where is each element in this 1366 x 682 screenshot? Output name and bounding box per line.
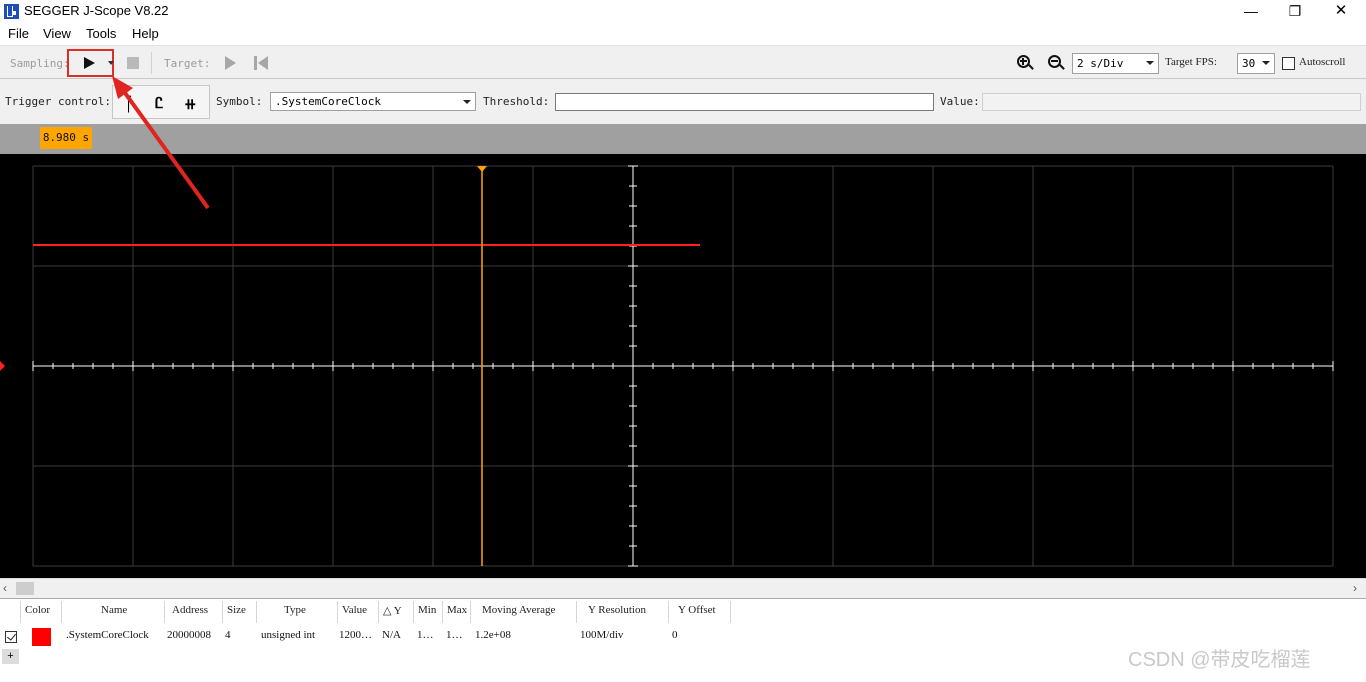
channel-y-resolution[interactable]: 100M/div: [580, 629, 623, 641]
scope-time-ruler: 8.980 s: [0, 124, 1366, 154]
column-divider: [164, 601, 165, 623]
scope-plot[interactable]: [0, 154, 1366, 578]
header-y-offset[interactable]: Y Offset: [678, 604, 716, 616]
channel-table: Color Name Address Size Type Value △ Y M…: [0, 598, 1366, 682]
time-per-division-value: 2 s/Div: [1077, 57, 1124, 70]
autoscroll-checkbox[interactable]: [1282, 57, 1295, 70]
scrollbar-thumb[interactable]: [16, 582, 34, 595]
column-divider: [378, 601, 379, 623]
target-fps-select[interactable]: 30: [1237, 53, 1275, 74]
zoom-out-icon[interactable]: [1048, 55, 1065, 72]
threshold-label: Threshold:: [483, 95, 550, 108]
channel-color-swatch[interactable]: [32, 628, 51, 646]
segger-app-icon: [4, 4, 19, 19]
channel-delta-y: N/A: [382, 629, 401, 641]
scope-canvas[interactable]: [0, 154, 1366, 578]
value-label: Value:: [940, 95, 980, 108]
target-run-button[interactable]: [225, 56, 236, 70]
stop-sampling-button[interactable]: [127, 57, 139, 69]
header-delta-y[interactable]: △ Y: [383, 604, 402, 617]
autoscroll-label: Autoscroll: [1299, 56, 1346, 68]
channel-enabled-checkbox[interactable]: [5, 631, 17, 643]
value-field: [982, 93, 1361, 111]
play-icon: [84, 57, 95, 69]
menu-view[interactable]: View: [43, 26, 71, 41]
column-divider: [668, 601, 669, 623]
scroll-left-icon[interactable]: ‹: [3, 581, 7, 595]
header-value[interactable]: Value: [342, 604, 367, 616]
header-size[interactable]: Size: [227, 604, 246, 616]
toolbar-divider: [151, 52, 152, 74]
trigger-symbol-value: .SystemCoreClock: [275, 95, 381, 108]
chevron-down-icon: [1262, 61, 1270, 65]
horizontal-scrollbar[interactable]: ‹ ›: [0, 578, 1366, 598]
column-divider: [61, 601, 62, 623]
channel-value: 1200…: [339, 629, 372, 641]
trigger-falling-edge-icon[interactable]: Ꮭ: [155, 95, 163, 112]
watermark-text: CSDN @带皮吃榴莲: [1128, 649, 1311, 671]
channel-size: 4: [225, 629, 231, 641]
header-min[interactable]: Min: [418, 604, 436, 616]
sampling-label: Sampling:: [10, 57, 70, 70]
channel-y-offset[interactable]: 0: [672, 629, 678, 641]
maximize-button[interactable]: ❐: [1272, 0, 1318, 23]
trigger-symbol-select[interactable]: .SystemCoreClock: [270, 92, 476, 111]
sampling-toolbar: Sampling: Target: 2 s/Div Target FPS: 30…: [0, 45, 1366, 79]
column-divider: [20, 601, 21, 623]
zoom-in-icon[interactable]: [1017, 55, 1034, 72]
trigger-any-edge-icon[interactable]: ⧺: [184, 95, 197, 113]
header-color[interactable]: Color: [25, 604, 50, 616]
trigger-control-label: Trigger control:: [5, 95, 111, 108]
target-label: Target:: [164, 57, 211, 70]
symbol-label: Symbol:: [216, 95, 263, 108]
menu-tools[interactable]: Tools: [86, 26, 116, 41]
trigger-mode-group: ⌠ Ꮭ ⧺: [112, 85, 210, 119]
start-sampling-button[interactable]: [67, 49, 114, 77]
header-type[interactable]: Type: [284, 604, 306, 616]
channel-moving-average: 1.2e+08: [475, 629, 511, 641]
dropdown-arrow-icon[interactable]: [108, 61, 114, 65]
column-divider: [730, 601, 731, 623]
channel-name[interactable]: .SystemCoreClock: [66, 629, 149, 641]
window-title: SEGGER J-Scope V8.22: [24, 3, 169, 18]
column-divider: [442, 601, 443, 623]
close-button[interactable]: ✕: [1318, 0, 1364, 23]
channel-min: 1…: [417, 629, 434, 641]
column-divider: [576, 601, 577, 623]
header-y-resolution[interactable]: Y Resolution: [588, 604, 646, 616]
column-divider: [256, 601, 257, 623]
menu-file[interactable]: File: [8, 26, 29, 41]
time-cursor-handle[interactable]: [477, 166, 487, 172]
threshold-input[interactable]: [555, 93, 934, 111]
header-address[interactable]: Address: [172, 604, 208, 616]
column-divider: [413, 601, 414, 623]
menu-bar: File View Tools Help: [0, 23, 1366, 45]
column-divider: [222, 601, 223, 623]
chevron-down-icon: [1146, 61, 1154, 65]
trigger-toolbar: Trigger control: ⌠ Ꮭ ⧺ Symbol: .SystemCo…: [0, 80, 1366, 124]
trigger-level-marker[interactable]: [0, 361, 5, 371]
chevron-down-icon: [463, 100, 471, 104]
header-max[interactable]: Max: [447, 604, 467, 616]
target-fps-value: 30: [1242, 57, 1256, 70]
header-moving-average[interactable]: Moving Average: [482, 604, 555, 616]
channel-max: 1…: [446, 629, 463, 641]
target-reset-button[interactable]: [254, 56, 268, 70]
target-fps-label: Target FPS:: [1165, 56, 1217, 68]
title-bar: SEGGER J-Scope V8.22 — ❐ ✕: [0, 0, 1366, 23]
time-per-division-select[interactable]: 2 s/Div: [1072, 53, 1159, 74]
minimize-button[interactable]: —: [1228, 0, 1274, 23]
scroll-right-icon[interactable]: ›: [1353, 581, 1357, 595]
time-cursor-badge[interactable]: 8.980 s: [40, 127, 92, 149]
menu-help[interactable]: Help: [132, 26, 159, 41]
channel-type: unsigned int: [261, 629, 316, 641]
channel-address: 20000008: [167, 629, 211, 641]
column-divider: [470, 601, 471, 623]
trigger-rising-edge-icon[interactable]: ⌠: [124, 95, 133, 112]
add-channel-button[interactable]: +: [2, 649, 19, 664]
header-name[interactable]: Name: [101, 604, 127, 616]
column-divider: [337, 601, 338, 623]
